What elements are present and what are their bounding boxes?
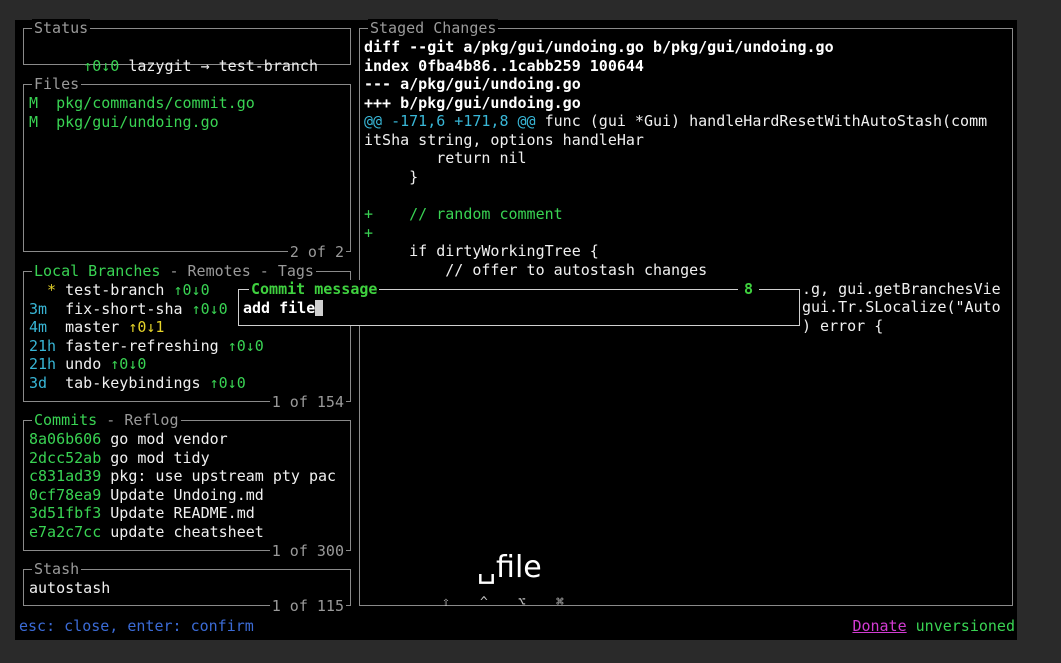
stash-row[interactable]: autostash bbox=[29, 579, 110, 598]
tab-tags[interactable]: Tags bbox=[278, 262, 314, 280]
branch-row[interactable]: 3m fix-short-sha ↑0↓0 bbox=[29, 300, 228, 319]
modifier-keys: ⇧ ^ ⌥ ⌘ bbox=[442, 595, 594, 610]
commit-message-input[interactable]: add file bbox=[243, 299, 324, 318]
branch-row[interactable]: 21h faster-refreshing ↑0↓0 bbox=[29, 337, 264, 356]
diff-line: // offer to autostash changes bbox=[364, 261, 708, 279]
diff-hunk-header: @@ -171,6 +171,8 @@ func (gui *Gui) hand… bbox=[364, 112, 988, 130]
stash-title: Stash bbox=[32, 560, 82, 578]
branch-row[interactable]: 21h undo ↑0↓0 bbox=[29, 355, 146, 374]
branch-row[interactable]: 4m master ↑0↓1 bbox=[29, 318, 164, 337]
control-icon: ^ bbox=[480, 595, 488, 610]
file-status: M bbox=[29, 113, 39, 131]
branches-count: 1 of 154 bbox=[269, 393, 346, 411]
diff-added-line: + bbox=[364, 224, 374, 242]
commit-row[interactable]: 2dcc52ab go mod tidy bbox=[29, 449, 210, 468]
footer-right: Donate unversioned bbox=[852, 617, 1015, 635]
keybinding-hint: esc: close, enter: confirm bbox=[19, 617, 254, 635]
file-row[interactable]: M pkg/gui/undoing.go bbox=[29, 113, 219, 132]
commit-row[interactable]: c831ad39 pkg: use upstream pty pac bbox=[29, 467, 336, 486]
files-count: 2 of 2 bbox=[287, 243, 346, 261]
diff-header: index 0fba4b86..1cabb259 100644 bbox=[364, 57, 644, 75]
branch-row[interactable]: * test-branch ↑0↓0 bbox=[29, 281, 210, 300]
file-path: pkg/commands/commit.go bbox=[56, 94, 255, 112]
terminal-window: Status ↑0↓0 lazygit → test-branch Files … bbox=[15, 19, 1017, 640]
commits-count: 1 of 300 bbox=[269, 542, 346, 560]
tab-commits[interactable]: Commits bbox=[34, 411, 97, 429]
diff-line: .g, gui.getBranchesVie bbox=[802, 280, 1001, 298]
diff-added-line: + // random comment bbox=[364, 205, 563, 223]
commit-message-value: add file bbox=[243, 299, 316, 317]
status-repo: lazygit → test-branch bbox=[128, 56, 318, 75]
commit-row[interactable]: 0cf78ea9 Update Undoing.md bbox=[29, 486, 264, 505]
commit-row[interactable]: 8a06b606 go mod vendor bbox=[29, 430, 228, 449]
diff-line: ) error { bbox=[802, 317, 884, 335]
diff-line: } bbox=[364, 168, 419, 186]
commit-row[interactable]: 3d51fbf3 Update README.md bbox=[29, 504, 255, 523]
commit-char-count: 8 bbox=[737, 280, 759, 298]
stash-count: 1 of 115 bbox=[269, 597, 346, 615]
files-panel[interactable]: Files M pkg/commands/commit.go M pkg/gui… bbox=[23, 75, 351, 261]
version-label: unversioned bbox=[915, 617, 1015, 635]
tab-local-branches[interactable]: Local Branches bbox=[34, 262, 160, 280]
file-status: M bbox=[29, 94, 39, 112]
option-icon: ⌥ bbox=[518, 595, 526, 610]
shift-icon: ⇧ bbox=[442, 595, 450, 610]
file-path: pkg/gui/undoing.go bbox=[56, 113, 219, 131]
commit-message-title: Commit message bbox=[249, 280, 380, 298]
diff-line: return nil bbox=[364, 149, 527, 167]
commits-panel[interactable]: Commits - Reflog 8a06b606 go mod vendor … bbox=[23, 411, 351, 560]
commit-row[interactable]: e7a2c7cc update cheatsheet bbox=[29, 523, 264, 542]
file-row[interactable]: M pkg/commands/commit.go bbox=[29, 94, 255, 113]
status-panel[interactable]: Status ↑0↓0 lazygit → test-branch bbox=[23, 19, 351, 75]
branch-row[interactable]: 3d tab-keybindings ↑0↓0 bbox=[29, 374, 246, 393]
diff-line: if dirtyWorkingTree { bbox=[364, 242, 599, 260]
diff-line: itSha string, options handleHar bbox=[364, 131, 644, 149]
files-title: Files bbox=[32, 75, 82, 93]
status-arrows: ↑0↓0 bbox=[83, 56, 120, 75]
commit-message-popup[interactable]: Commit message 8 add file bbox=[238, 280, 800, 326]
diff-header: +++ b/pkg/gui/undoing.go bbox=[364, 94, 581, 112]
diff-line: gui.Tr.SLocalize("Auto bbox=[802, 298, 1001, 316]
commits-tabs: Commits - Reflog bbox=[32, 411, 181, 429]
donate-link[interactable]: Donate bbox=[852, 617, 906, 635]
text-cursor bbox=[315, 300, 324, 316]
keystroke-overlay: ␣file bbox=[477, 550, 542, 585]
stash-panel[interactable]: Stash autostash 1 of 115 bbox=[23, 560, 351, 615]
diff-header: diff --git a/pkg/gui/undoing.go b/pkg/gu… bbox=[364, 38, 834, 56]
tab-remotes[interactable]: Remotes bbox=[188, 262, 251, 280]
branches-tabs: Local Branches - Remotes - Tags bbox=[32, 262, 316, 280]
tab-reflog[interactable]: Reflog bbox=[124, 411, 178, 429]
staged-changes-title: Staged Changes bbox=[368, 19, 499, 37]
command-icon: ⌘ bbox=[556, 595, 564, 610]
diff-header: --- a/pkg/gui/undoing.go bbox=[364, 75, 581, 93]
status-title: Status bbox=[32, 19, 91, 37]
